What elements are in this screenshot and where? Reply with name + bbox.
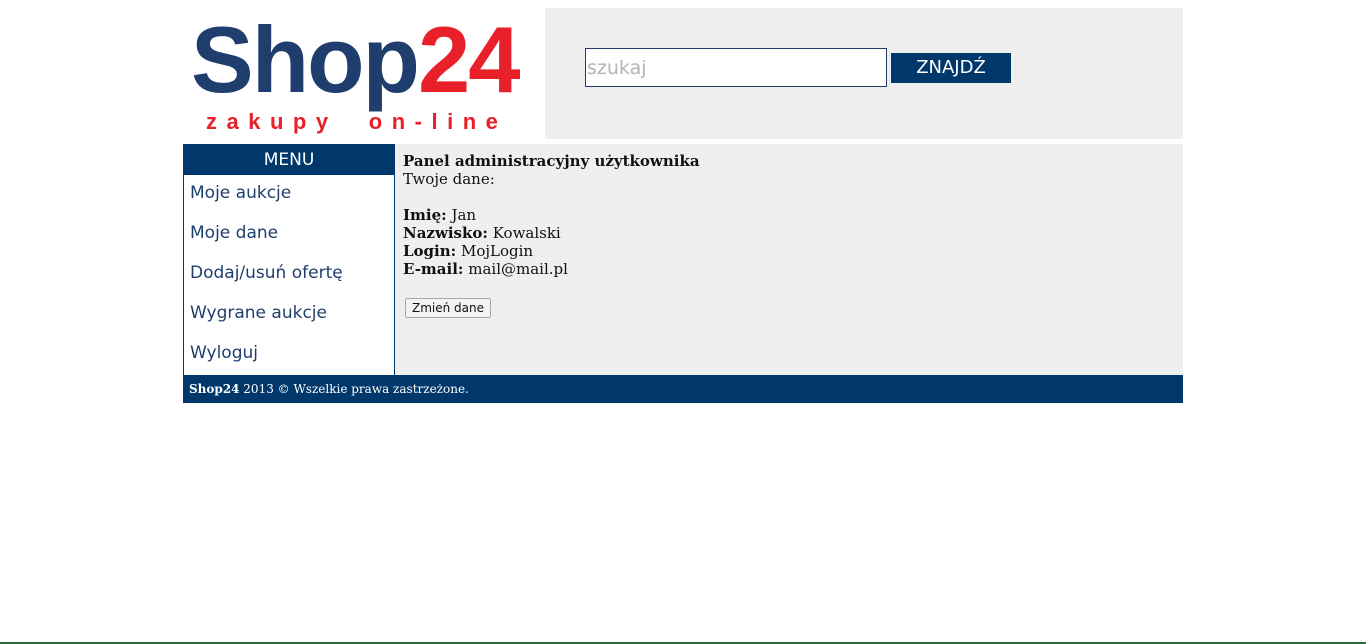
footer-copyright: 2013 © Wszelkie prawa zastrzeżone. — [239, 382, 469, 396]
panel-subtitle: Twoje dane: — [403, 170, 495, 188]
field-email: E-mail: mail@mail.pl — [403, 260, 1163, 278]
sidebar-menu: MENU Moje aukcje Moje dane Dodaj/usuń of… — [183, 144, 395, 376]
logo-tagline: zakupy on-line — [206, 109, 508, 134]
page: Shop24 zakupy on-line ZNAJDŹ MENU Moje a… — [0, 0, 1366, 644]
menu-item-logout[interactable]: Wyloguj — [184, 335, 394, 375]
user-panel: Panel administracyjny użytkownika Twoje … — [403, 152, 1163, 318]
menu-item-my-auctions[interactable]: Moje aukcje — [184, 175, 394, 215]
shop24-logo[interactable]: Shop24 zakupy on-line — [183, 8, 545, 139]
logo-number-text: 24 — [417, 7, 521, 112]
logo-shop-text: Shop — [191, 7, 420, 112]
field-label: Imię: — [403, 206, 447, 224]
footer: Shop24 2013 © Wszelkie prawa zastrzeżone… — [183, 375, 1183, 403]
menu-item-my-data[interactable]: Moje dane — [184, 215, 394, 255]
logo-wordmark: Shop24 — [191, 7, 521, 112]
field-label: E-mail: — [403, 260, 464, 278]
menu-item-won-auctions[interactable]: Wygrane aukcje — [184, 295, 394, 335]
change-data-button[interactable]: Zmień dane — [405, 298, 492, 318]
main-area: MENU Moje aukcje Moje dane Dodaj/usuń of… — [183, 144, 1183, 376]
field-last-name: Nazwisko: Kowalski — [403, 224, 1163, 242]
site-container: Shop24 zakupy on-line ZNAJDŹ MENU Moje a… — [183, 8, 1183, 403]
field-value: MojLogin — [460, 242, 534, 260]
header: Shop24 zakupy on-line ZNAJDŹ — [183, 8, 1183, 139]
footer-brand: Shop24 — [189, 382, 240, 396]
search-button[interactable]: ZNAJDŹ — [891, 53, 1011, 83]
search-input[interactable] — [585, 48, 887, 87]
field-value: Jan — [451, 206, 477, 224]
menu-title: MENU — [184, 144, 394, 175]
menu-item-add-remove-offer[interactable]: Dodaj/usuń ofertę — [184, 255, 394, 295]
field-first-name: Imię: Jan — [403, 206, 1163, 224]
field-label: Login: — [403, 242, 457, 260]
field-value: Kowalski — [492, 224, 561, 242]
panel-title: Panel administracyjny użytkownika — [403, 152, 700, 170]
field-value: mail@mail.pl — [468, 260, 568, 278]
field-label: Nazwisko: — [403, 224, 488, 242]
field-login: Login: MojLogin — [403, 242, 1163, 260]
